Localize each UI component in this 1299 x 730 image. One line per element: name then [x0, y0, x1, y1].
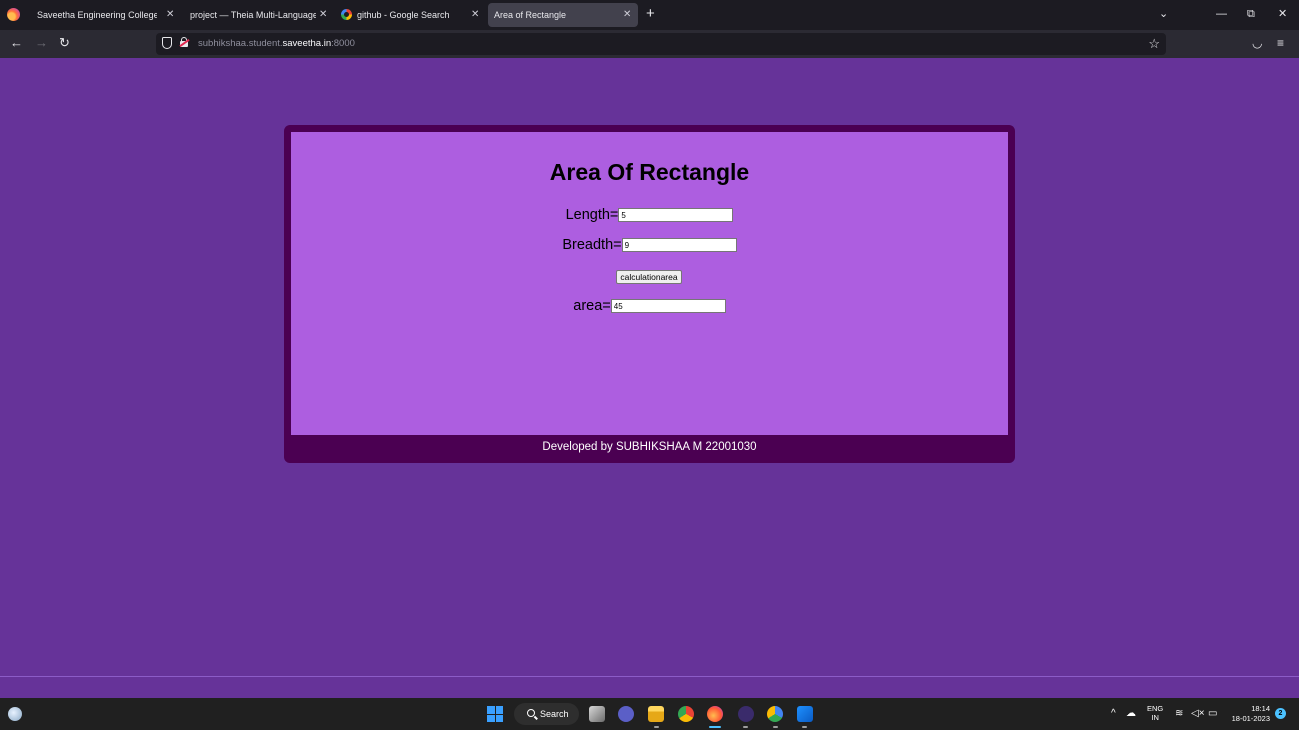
notification-badge[interactable]: 2	[1275, 708, 1286, 719]
weather-widget-icon[interactable]	[8, 707, 22, 721]
close-window-icon[interactable]: ✕	[1278, 6, 1287, 22]
tab-close-icon[interactable]: ✕	[623, 3, 631, 27]
page-divider	[0, 676, 1299, 677]
tab-area-of-rectangle[interactable]: Area of Rectangle ✕	[488, 3, 638, 27]
tab-close-icon[interactable]: ✕	[319, 3, 327, 27]
minimize-icon[interactable]: —	[1216, 6, 1227, 22]
tab-strip: Saveetha Engineering College ✕ project —…	[0, 0, 1299, 30]
speaker-muted-icon[interactable]: ◁×	[1191, 698, 1205, 730]
footer-credit: Developed by SUBHIKSHAA M 22001030	[542, 441, 757, 453]
hamburger-menu-icon[interactable]: ≡	[1277, 35, 1284, 51]
bookmark-star-icon[interactable]: ☆	[1148, 35, 1160, 53]
running-indicator	[773, 726, 778, 728]
search-icon	[527, 709, 535, 717]
tab-close-icon[interactable]: ✕	[471, 3, 479, 27]
calculate-area-button[interactable]: calculationarea	[616, 270, 682, 284]
url-domain: saveetha.in	[282, 38, 332, 49]
file-explorer-icon[interactable]	[648, 706, 664, 722]
photos-app-icon[interactable]	[797, 706, 813, 722]
onedrive-cloud-icon[interactable]: ☁	[1126, 698, 1136, 730]
length-input[interactable]	[618, 208, 734, 223]
region-code: IN	[1151, 713, 1159, 722]
breadth-label: Breadth=	[562, 237, 622, 254]
chrome-canary-icon[interactable]	[767, 706, 783, 722]
chrome-icon[interactable]	[678, 706, 694, 722]
taskbar-search-button[interactable]: Search	[514, 703, 579, 725]
address-bar[interactable]: subhikshaa.student.saveetha.in:8000 ☆	[156, 33, 1166, 55]
tab-saveetha[interactable]: Saveetha Engineering College ✕	[28, 3, 178, 27]
language-indicator[interactable]: ENG IN	[1147, 704, 1163, 722]
running-indicator	[654, 726, 659, 728]
url-text[interactable]: subhikshaa.student.saveetha.in:8000	[198, 33, 355, 55]
insecure-lock-icon[interactable]	[179, 37, 190, 47]
windows-start-icon[interactable]	[487, 706, 503, 722]
tab-title: project — Theia Multi-Language Ex	[190, 10, 316, 20]
forward-arrow-icon[interactable]: →	[35, 35, 48, 51]
tab-close-icon[interactable]: ✕	[166, 3, 174, 27]
show-hidden-icons-chevron-icon[interactable]: ^	[1111, 698, 1116, 730]
reload-icon[interactable]: ↻	[59, 35, 70, 51]
running-indicator	[743, 726, 748, 728]
tab-title: github - Google Search	[357, 10, 450, 20]
firefox-taskbar-icon[interactable]	[707, 706, 723, 722]
firefox-logo-icon[interactable]	[7, 8, 20, 21]
search-label: Search	[540, 709, 569, 719]
page-title: Area Of Rectangle	[549, 159, 750, 185]
new-tab-icon[interactable]: +	[646, 6, 655, 22]
windows-taskbar: Search ^ ☁ ENG IN ≋ ◁× ▭ 18:14 18-01-202…	[0, 698, 1299, 730]
app-icon[interactable]	[738, 706, 754, 722]
active-app-indicator	[709, 726, 721, 728]
clock-date: 18-01-2023	[1231, 714, 1270, 723]
back-arrow-icon[interactable]: ←	[10, 35, 23, 51]
area-output[interactable]	[610, 299, 726, 314]
tab-github-search[interactable]: github - Google Search ✕	[334, 3, 484, 27]
language-code: ENG	[1147, 704, 1164, 713]
area-label: area=	[573, 298, 611, 315]
url-port: :8000	[331, 38, 355, 49]
calculator-card: Area Of Rectangle Length= Breadth= calcu…	[284, 125, 1015, 463]
restore-icon[interactable]: ⧉	[1247, 6, 1255, 22]
wifi-icon[interactable]: ≋	[1175, 698, 1183, 730]
list-all-tabs-icon[interactable]: ⌄	[1159, 6, 1168, 22]
battery-icon[interactable]: ▭	[1208, 698, 1217, 730]
tracking-protection-shield-icon[interactable]	[162, 37, 172, 49]
system-clock[interactable]: 18:14 18-01-2023	[1229, 704, 1270, 724]
clock-time: 18:14	[1251, 704, 1270, 713]
teams-chat-icon[interactable]	[618, 706, 634, 722]
length-row: Length=	[291, 207, 1008, 223]
tab-theia[interactable]: project — Theia Multi-Language Ex ✕	[182, 3, 330, 27]
running-indicator	[802, 726, 807, 728]
navigation-toolbar: ← → ↻ subhikshaa.student.saveetha.in:800…	[0, 30, 1299, 58]
tab-title: Saveetha Engineering College	[37, 10, 157, 20]
url-prefix: subhikshaa.student.	[198, 38, 283, 49]
breadth-input[interactable]	[621, 238, 737, 253]
task-view-icon[interactable]	[589, 706, 605, 722]
breadth-row: Breadth=	[291, 237, 1008, 253]
tab-title: Area of Rectangle	[494, 10, 567, 20]
length-label: Length=	[565, 207, 619, 224]
pocket-icon[interactable]: ◡	[1252, 35, 1262, 51]
calculator-form-panel: Area Of Rectangle Length= Breadth= calcu…	[291, 132, 1008, 435]
area-row: area=	[291, 298, 1008, 314]
